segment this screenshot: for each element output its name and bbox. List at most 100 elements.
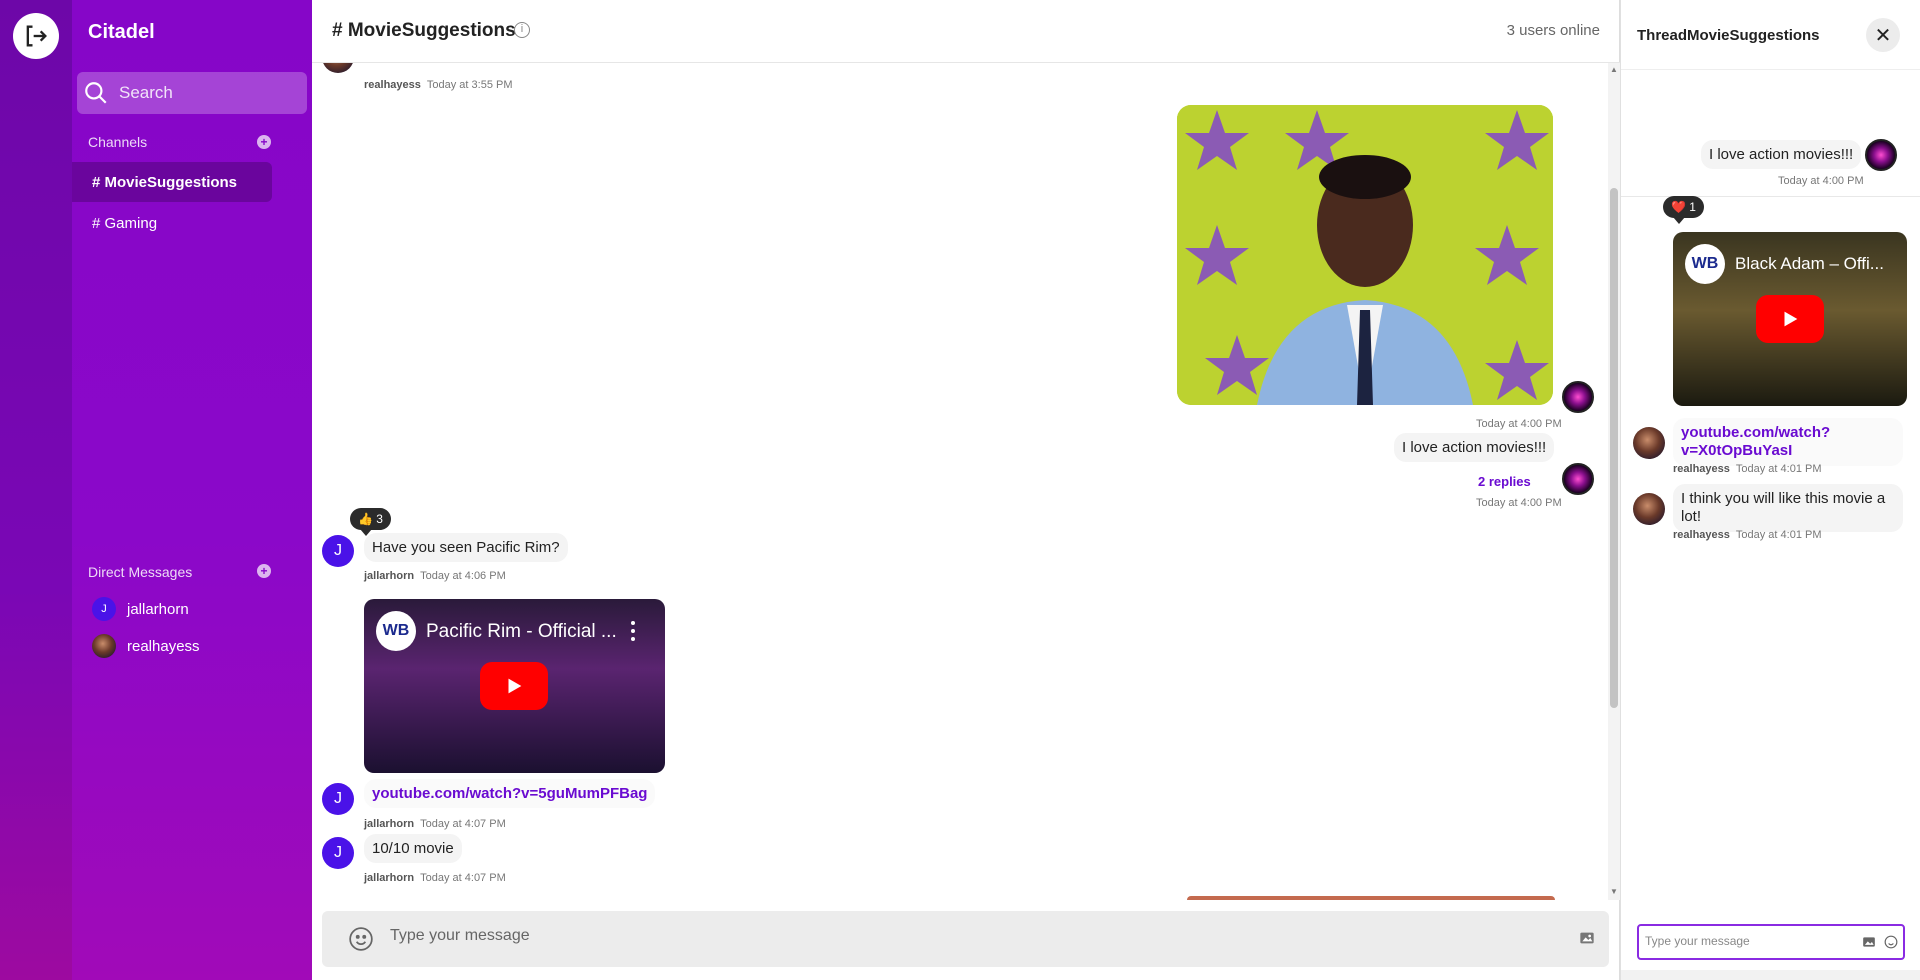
message-time: Today at 4:07 PM — [420, 818, 506, 830]
channel-moviesuggestions[interactable]: # MovieSuggestions — [72, 162, 272, 202]
search-input[interactable] — [119, 83, 299, 103]
message-meta: jallarhorn Today at 4:07 PM — [364, 818, 506, 830]
image-upload-icon[interactable] — [1862, 935, 1876, 949]
message-time: Today at 4:06 PM — [420, 570, 506, 582]
scroll-thumb[interactable] — [1610, 188, 1618, 708]
message-time: Today at 4:00 PM — [1778, 175, 1864, 187]
warner-bros-logo-icon: WB — [376, 611, 416, 651]
message-meta: jallarhorn Today at 4:06 PM — [364, 570, 506, 582]
message-author: jallarhorn — [364, 872, 415, 884]
reaction-badge[interactable]: 👍 3 — [350, 508, 391, 536]
more-menu-icon[interactable] — [631, 621, 635, 641]
scroll-down-icon[interactable]: ▼ — [1610, 887, 1618, 896]
avatar — [1865, 139, 1897, 171]
avatar: J — [92, 597, 116, 621]
avatar — [92, 634, 116, 658]
avatar: J — [322, 783, 354, 815]
info-icon[interactable]: i — [514, 22, 530, 38]
youtube-embed[interactable]: WB Pacific Rim - Official ... — [364, 599, 665, 773]
dm-label: jallarhorn — [127, 600, 189, 618]
play-button[interactable] — [1756, 295, 1824, 343]
app-title: Citadel — [88, 21, 155, 43]
emoji-icon[interactable] — [348, 926, 374, 952]
avatar: J — [322, 535, 354, 567]
chat-app: Citadel Channels + # MovieSuggestions # … — [0, 0, 1920, 980]
message-feed: realhayess Today at 3:55 PM Today at 4:0… — [312, 63, 1607, 900]
app-rail — [0, 0, 72, 980]
message-bubble: I think you will like this movie a lot! — [1673, 484, 1903, 532]
dm-label: realhayess — [127, 637, 200, 655]
reaction-badge[interactable]: ❤️ 1 — [1663, 196, 1704, 224]
channels-heading: Channels — [88, 134, 148, 150]
avatar — [322, 63, 354, 73]
message-author: realhayess — [1673, 463, 1730, 475]
scroll-up-icon[interactable]: ▲ — [1610, 65, 1618, 74]
message-link[interactable]: youtube.com/watch?v=5guMumPFBag — [364, 779, 656, 808]
direct-messages-heading: Direct Messages — [88, 564, 193, 580]
message-image[interactable] — [1177, 105, 1553, 405]
message-link[interactable]: youtube.com/watch?v=X0tOpBuYasI — [1673, 418, 1903, 466]
thread-footer — [1621, 970, 1920, 980]
image-upload-icon[interactable] — [1579, 930, 1595, 946]
message-author: realhayess — [364, 79, 421, 91]
logout-icon — [26, 25, 47, 47]
channel-title: # MovieSuggestions — [332, 20, 516, 41]
avatar — [1562, 381, 1594, 413]
message-meta: jallarhorn Today at 4:07 PM — [364, 872, 506, 884]
message-bubble: Have you seen Pacific Rim? — [364, 533, 568, 562]
add-dm-button[interactable]: + — [257, 564, 271, 578]
video-title: Pacific Rim - Official ... — [426, 621, 617, 642]
youtube-embed[interactable]: WB Black Adam – Offi... — [1673, 232, 1907, 406]
message-author: realhayess — [1673, 529, 1730, 541]
emoji-icon[interactable] — [1884, 935, 1898, 949]
thread-divider — [1621, 196, 1920, 197]
message-time: Today at 4:00 PM — [1476, 418, 1562, 430]
message-bubble: 10/10 movie — [364, 834, 462, 863]
thread-replies-link[interactable]: 2 replies — [1478, 474, 1531, 489]
message-meta: realhayess Today at 3:55 PM — [364, 79, 513, 91]
add-channel-button[interactable]: + — [257, 135, 271, 149]
message-input[interactable] — [390, 927, 1490, 945]
close-thread-button[interactable]: ✕ — [1866, 18, 1900, 52]
avatar: J — [322, 837, 354, 869]
message-bubble: I love action movies!!! — [1394, 433, 1555, 462]
play-icon — [1784, 311, 1798, 327]
thread-parent-bubble: I love action movies!!! — [1701, 140, 1862, 169]
thread-message-input[interactable] — [1645, 934, 1845, 948]
warner-bros-logo-icon: WB — [1685, 244, 1725, 284]
thread-header: ThreadMovieSuggestions ✕ — [1621, 0, 1920, 70]
avatar — [1562, 463, 1594, 495]
avatar — [1633, 427, 1665, 459]
sidebar: Citadel Channels + # MovieSuggestions # … — [72, 0, 312, 980]
feed-scrollbar[interactable]: ▲ ▼ — [1608, 63, 1620, 900]
play-button[interactable] — [480, 662, 548, 710]
thread-panel: ThreadMovieSuggestions ✕ I love action m… — [1620, 0, 1920, 980]
message-author: jallarhorn — [364, 818, 415, 830]
channel-header: # MovieSuggestions i 3 users online — [312, 0, 1620, 63]
message-time: Today at 4:01 PM — [1735, 529, 1822, 541]
thread-title: ThreadMovieSuggestions — [1637, 27, 1820, 44]
message-time: Today at 4:07 PM — [420, 872, 506, 884]
play-icon — [508, 678, 522, 694]
channel-gaming[interactable]: # Gaming — [72, 203, 272, 243]
thread-composer — [1637, 924, 1905, 960]
message-meta: realhayess Today at 4:01 PM — [1673, 463, 1822, 475]
logout-button[interactable] — [13, 13, 59, 59]
message-time: Today at 4:01 PM — [1735, 463, 1822, 475]
person-portrait-image — [1177, 105, 1553, 405]
message-time: Today at 3:55 PM — [426, 79, 513, 91]
avatar — [1633, 493, 1665, 525]
chat-main: # MovieSuggestions i 3 users online real… — [312, 0, 1620, 980]
dm-item-realhayess[interactable]: realhayess — [92, 634, 200, 658]
close-icon: ✕ — [1874, 24, 1892, 47]
message-image[interactable] — [1187, 896, 1555, 900]
dm-item-jallarhorn[interactable]: J jallarhorn — [92, 597, 189, 621]
video-title: Black Adam – Offi... — [1735, 254, 1884, 273]
online-count: 3 users online — [1506, 22, 1600, 39]
message-composer — [322, 911, 1609, 967]
search-icon — [85, 82, 107, 104]
search-box[interactable] — [77, 72, 307, 114]
message-time: Today at 4:00 PM — [1476, 497, 1562, 509]
message-meta: realhayess Today at 4:01 PM — [1673, 529, 1822, 541]
message-author: jallarhorn — [364, 570, 415, 582]
